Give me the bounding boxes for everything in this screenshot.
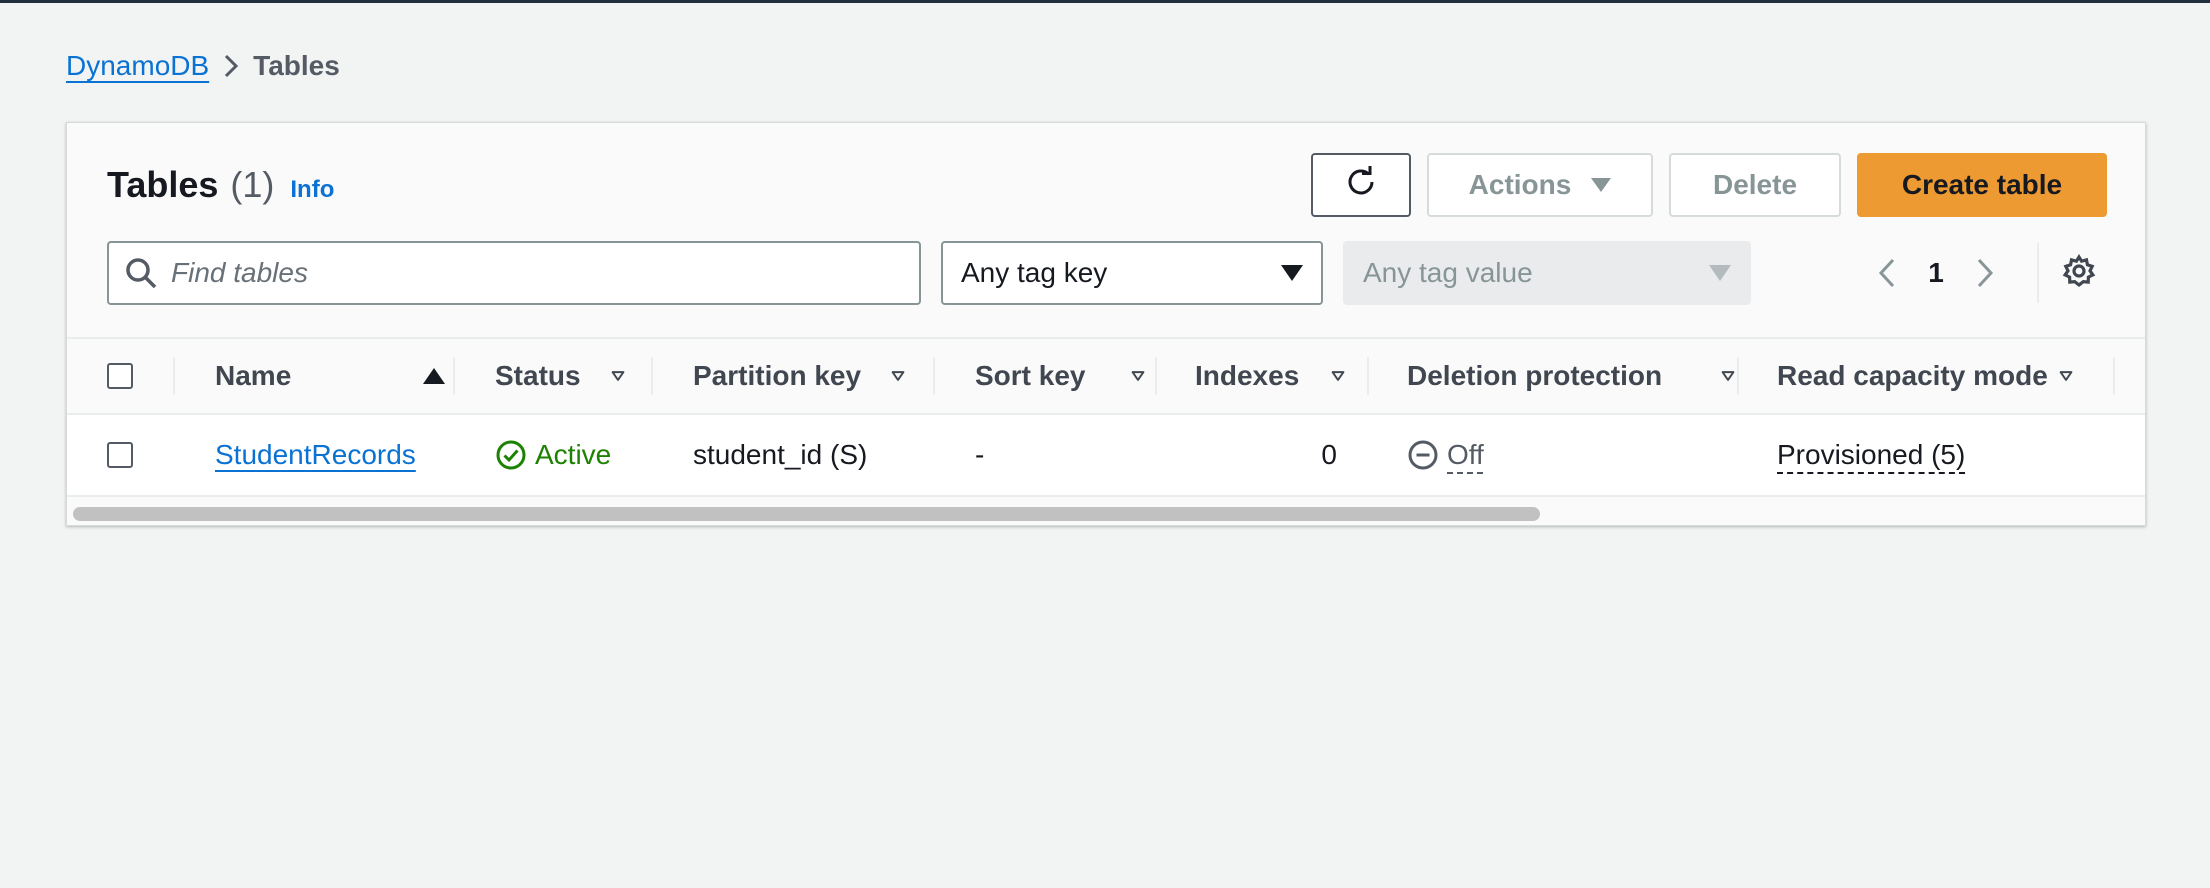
column-header-partition-key[interactable]: Partition key — [693, 339, 905, 413]
pager-divider — [2037, 243, 2039, 303]
sort-icon — [1721, 369, 1735, 383]
refresh-icon — [1343, 164, 1379, 207]
row-partition-key-cell: student_id (S) — [693, 439, 868, 470]
gear-icon — [2062, 253, 2096, 293]
row-deletion-protection-cell: Off — [1407, 415, 1484, 495]
column-divider — [1367, 357, 1369, 395]
pagination: 1 — [1867, 241, 2005, 305]
column-header-sort-key[interactable]: Sort key — [975, 339, 1145, 413]
tag-key-select[interactable]: Any tag key — [941, 241, 1323, 305]
row-indexes-cell: 0 — [1321, 439, 1337, 470]
select-all-cell — [107, 339, 133, 413]
tag-value-select: Any tag value — [1343, 241, 1751, 305]
sort-icon — [2059, 369, 2073, 383]
column-header-indexes[interactable]: Indexes — [1195, 339, 1345, 413]
actions-button[interactable]: Actions — [1427, 153, 1653, 217]
deletion-protection-value[interactable]: Off — [1407, 439, 1484, 471]
row-status-cell: Active — [495, 415, 611, 495]
breadcrumb: DynamoDB Tables — [66, 46, 340, 86]
info-link[interactable]: Info — [290, 168, 334, 212]
preferences-button[interactable] — [2057, 251, 2101, 295]
column-header-read-capacity-mode[interactable]: Read capacity mode — [1777, 339, 2073, 413]
column-divider — [2113, 357, 2115, 395]
title-text: Tables — [107, 164, 219, 205]
next-page-button[interactable] — [1965, 248, 2005, 298]
table-count: (1) — [230, 164, 275, 205]
previous-page-button[interactable] — [1867, 248, 1907, 298]
actions-label: Actions — [1468, 169, 1572, 200]
column-divider — [1737, 357, 1739, 395]
breadcrumb-dynamodb-link[interactable]: DynamoDB — [66, 46, 209, 86]
read-capacity-value[interactable]: Provisioned (5) — [1777, 439, 1965, 471]
page-number[interactable]: 1 — [1907, 257, 1965, 289]
column-header-status[interactable]: Status — [495, 339, 625, 413]
row-sort-key-cell: - — [975, 439, 985, 470]
tables-container: Tables (1) Info Actions Delete Create ta… — [66, 122, 2146, 526]
tag-key-value: Any tag key — [961, 257, 1108, 288]
create-table-button[interactable]: Create table — [1857, 153, 2107, 217]
column-header-label: Sort key — [975, 360, 1086, 391]
column-header-label: Name — [215, 360, 292, 391]
column-header-label: Partition key — [693, 360, 862, 391]
column-header-label: Deletion protection — [1407, 360, 1663, 391]
top-border — [0, 0, 2210, 3]
sort-icon — [1131, 369, 1145, 383]
row-name-cell: StudentRecords — [215, 415, 416, 495]
column-header-name[interactable]: Name — [215, 339, 445, 413]
check-circle-icon — [495, 439, 527, 471]
delete-label: Delete — [1712, 169, 1798, 200]
caret-down-icon — [1281, 265, 1303, 281]
row-read-capacity-cell: Provisioned (5) — [1777, 415, 1965, 495]
caret-down-icon — [1591, 178, 1612, 192]
tag-value-value: Any tag value — [1363, 257, 1533, 288]
row-select-cell — [107, 415, 133, 495]
column-header-label: Read capacity mode — [1777, 360, 2048, 391]
caret-down-icon — [1709, 265, 1731, 281]
column-header-label: Indexes — [1195, 360, 1300, 391]
page-title: Tables (1) Info — [107, 163, 334, 212]
select-all-checkbox[interactable] — [107, 363, 133, 389]
row-checkbox[interactable] — [107, 442, 133, 468]
column-divider — [1155, 357, 1157, 395]
search-icon — [121, 253, 161, 293]
refresh-button[interactable] — [1311, 153, 1411, 217]
minus-circle-icon — [1407, 439, 1439, 471]
horizontal-scrollbar[interactable] — [67, 499, 2145, 525]
status-badge: Active — [535, 439, 612, 470]
column-header-deletion-protection[interactable]: Deletion protection — [1407, 339, 1735, 413]
sort-icon — [611, 369, 625, 383]
search-input[interactable] — [169, 256, 873, 290]
deletion-protection-label: Off — [1447, 439, 1484, 470]
chevron-right-icon — [209, 52, 253, 80]
sort-icon — [891, 369, 905, 383]
column-header-label: Status — [495, 360, 581, 391]
sort-icon — [1331, 369, 1345, 383]
table-name-link[interactable]: StudentRecords — [215, 439, 416, 471]
table-row[interactable]: StudentRecords Active student_id (S) - 0 — [67, 415, 2145, 497]
breadcrumb-current: Tables — [253, 50, 340, 81]
sort-ascending-icon — [423, 368, 445, 384]
column-divider — [651, 357, 653, 395]
column-divider — [453, 357, 455, 395]
column-divider — [933, 357, 935, 395]
table-header: Name Status Partition key Sort key Index… — [67, 337, 2145, 415]
create-table-label: Create table — [1901, 169, 2063, 200]
search-box[interactable] — [107, 241, 921, 305]
scrollbar-thumb[interactable] — [73, 507, 1540, 521]
delete-button[interactable]: Delete — [1669, 153, 1841, 217]
column-divider — [173, 357, 175, 395]
